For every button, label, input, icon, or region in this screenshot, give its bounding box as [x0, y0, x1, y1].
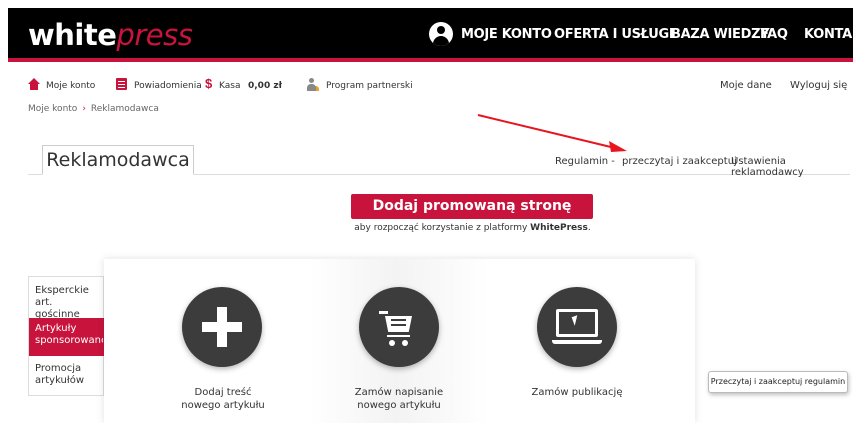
regulamin-prefix: Regulamin -	[555, 156, 615, 167]
dollar-icon[interactable]: $	[205, 76, 212, 91]
cta-sub-suffix: .	[587, 223, 591, 233]
left-side-menu: Eksperckie art. gościnne Artykuły sponso…	[28, 276, 107, 396]
breadcrumb: Moje konto › Reklamodawca	[28, 104, 159, 114]
tab-reklamodawca[interactable]: Reklamodawca	[42, 145, 194, 175]
subnav-wyloguj[interactable]: Wyloguj się	[790, 80, 847, 91]
subnav-kasa[interactable]: Kasa	[219, 81, 240, 91]
cta-sub-prefix: aby rozpocząć korzystanie z platformy	[354, 223, 531, 233]
card-add-content[interactable]: Dodaj treść nowego artykułu	[133, 259, 313, 423]
cta-subtitle: aby rozpocząć korzystanie z platformy Wh…	[330, 223, 615, 233]
shopping-cart-icon[interactable]	[359, 287, 439, 367]
top-navbar: whitepress MOJE KONTO OFERTA I USŁUGI BA…	[8, 8, 853, 58]
logo-accent-text: press	[116, 18, 193, 52]
user-circle-icon[interactable]	[429, 22, 453, 46]
monitor-cursor-icon[interactable]	[537, 287, 617, 367]
logo-main-text: white	[28, 18, 117, 52]
nav-moje-konto[interactable]: MOJE KONTO	[461, 27, 552, 42]
cta-sub-brand: WhitePress	[530, 223, 588, 233]
card-add-content-label: Dodaj treść nowego artykułu	[181, 387, 265, 411]
subnav-moje-dane[interactable]: Moje dane	[720, 80, 772, 91]
accept-regulations-tooltip[interactable]: Przeczytaj i zaakceptuj regulamin	[708, 371, 848, 393]
home-icon[interactable]	[28, 78, 40, 90]
card-order-writing[interactable]: Zamów napisanie nowego artykułu	[309, 259, 489, 423]
breadcrumb-separator-icon: ›	[82, 104, 86, 114]
balance-value: 0,00 zł	[248, 81, 282, 91]
menu-item-artykuly-sponsorowane[interactable]: Artykuły sponsorowane	[29, 318, 107, 356]
card-order-writing-label: Zamów napisanie nowego artykułu	[354, 387, 444, 411]
whitepress-logo[interactable]: whitepress	[28, 18, 193, 52]
breadcrumb-reklamodawca: Reklamodawca	[90, 104, 159, 114]
subnav-powiadomienia[interactable]: Powiadomienia	[134, 81, 202, 91]
nav-kontakt[interactable]: KONTAKT	[804, 27, 853, 42]
nav-oferta-i-uslugi[interactable]: OFERTA I USŁUGI	[554, 27, 674, 42]
card-order-publication[interactable]: Zamów publikację	[486, 259, 666, 423]
regulamin-link[interactable]: przeczytaj i zaakceptuj	[622, 156, 737, 167]
nav-baza-wiedzy[interactable]: BAZA WIEDZY	[671, 27, 770, 42]
partner-program-icon[interactable]	[306, 78, 320, 92]
card-order-publication-label: Zamów publikację	[531, 387, 623, 398]
add-promoted-site-button[interactable]: Dodaj promowaną stronę internetową	[351, 194, 593, 239]
notification-icon[interactable]	[116, 78, 127, 90]
breadcrumb-moje-konto[interactable]: Moje konto	[28, 104, 77, 114]
nav-faq[interactable]: FAQ	[760, 27, 788, 42]
subnav-program-partnerski[interactable]: Program partnerski	[326, 81, 413, 91]
menu-item-promocja[interactable]: Promocja artykułów	[29, 358, 105, 392]
subnav-moje-konto[interactable]: Moje konto	[46, 81, 95, 91]
action-cards-panel: Dodaj treść nowego artykułu Zamów napisan…	[104, 259, 695, 423]
plus-icon[interactable]	[182, 287, 262, 367]
topbar-accent-line	[8, 58, 853, 62]
settings-link[interactable]: Ustawienia reklamodawcy	[731, 156, 853, 178]
